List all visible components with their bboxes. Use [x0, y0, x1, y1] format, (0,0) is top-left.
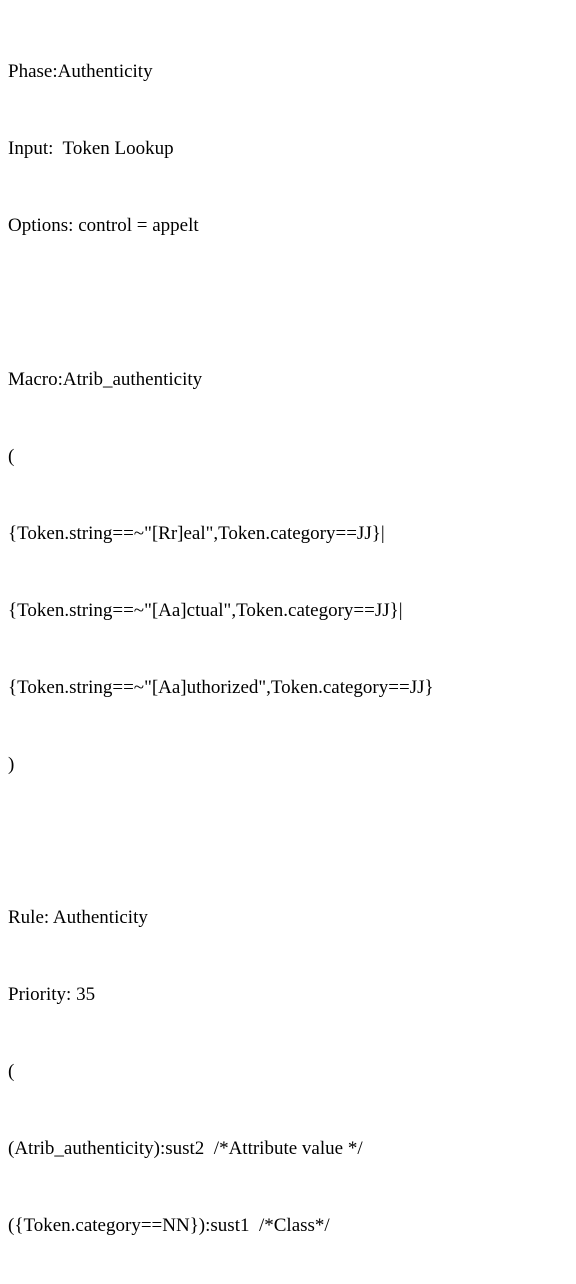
- code-line: Options: control = appelt: [8, 213, 568, 239]
- code-listing: Phase:Authenticity Input: Token Lookup O…: [8, 8, 568, 1284]
- code-line: {Token.string==~"[Rr]eal",Token.category…: [8, 521, 568, 547]
- code-line: Rule: Authenticity: [8, 905, 568, 931]
- code-line: (: [8, 1059, 568, 1085]
- code-line: ): [8, 752, 568, 778]
- code-line-blank: [8, 290, 568, 316]
- code-line: (Atrib_authenticity):sust2 /*Attribute v…: [8, 1136, 568, 1162]
- code-line: {Token.string==~"[Aa]uthorized",Token.ca…: [8, 675, 568, 701]
- code-line: {Token.string==~"[Aa]ctual",Token.catego…: [8, 598, 568, 624]
- code-line: Input: Token Lookup: [8, 136, 568, 162]
- code-line-blank: [8, 829, 568, 855]
- code-line: Macro:Atrib_authenticity: [8, 367, 568, 393]
- code-line: Phase:Authenticity: [8, 59, 568, 85]
- code-line: Priority: 35: [8, 982, 568, 1008]
- code-line: ({Token.category==NN}):sust1 /*Class*/: [8, 1213, 568, 1239]
- code-line: (: [8, 444, 568, 470]
